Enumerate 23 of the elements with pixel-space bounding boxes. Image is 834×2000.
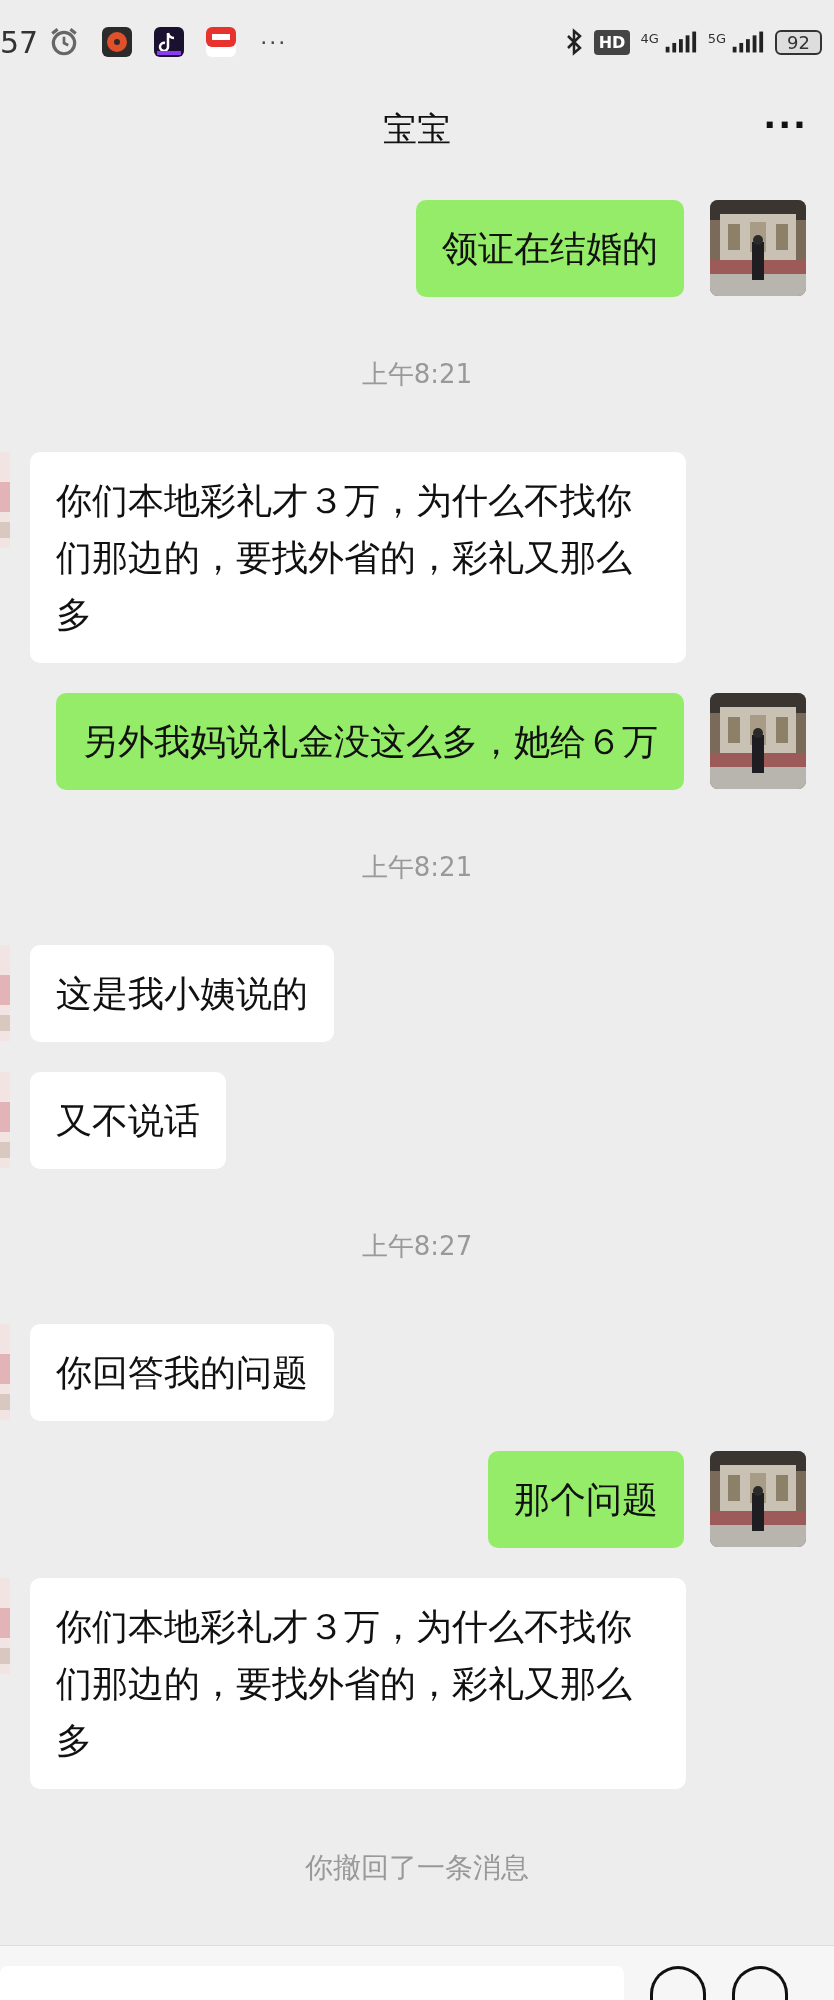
message-bubble: 你们本地彩礼才３万，为什么不找你们那边的，要找外省的，彩礼又那么多	[30, 452, 686, 663]
message-bubble: 领证在结婚的	[416, 200, 684, 297]
message-bubble: 你们本地彩礼才３万，为什么不找你们那边的，要找外省的，彩礼又那么多	[30, 1578, 686, 1789]
timestamp: 上午8:21	[361, 851, 473, 884]
chat-title: 宝宝	[383, 108, 451, 151]
timestamp: 上午8:27	[361, 1230, 473, 1263]
message-bubble: 又不说话	[30, 1072, 226, 1169]
music-app-icon	[102, 27, 133, 57]
network-label: 4G	[640, 31, 659, 46]
message-bubble: 另外我妈说礼金没这么多，她给６万	[56, 693, 684, 790]
timestamp: 上午8:21	[361, 358, 473, 391]
news-app-icon	[206, 27, 237, 57]
recall-notice: 你撤回了一条消息	[305, 1850, 529, 1886]
status-time: 57	[0, 24, 39, 60]
message-bubble: 这是我小姨说的	[30, 945, 334, 1042]
message-bubble: 那个问题	[488, 1451, 684, 1548]
message-bubble: 你回答我的问题	[30, 1324, 334, 1421]
battery-indicator: 92	[775, 29, 822, 55]
more-notifications: ···	[260, 29, 288, 55]
hd-badge: HD	[593, 29, 631, 55]
more-button[interactable]: ···	[757, 104, 814, 146]
note-app-icon	[154, 27, 185, 57]
network-label: 5G	[707, 31, 727, 46]
